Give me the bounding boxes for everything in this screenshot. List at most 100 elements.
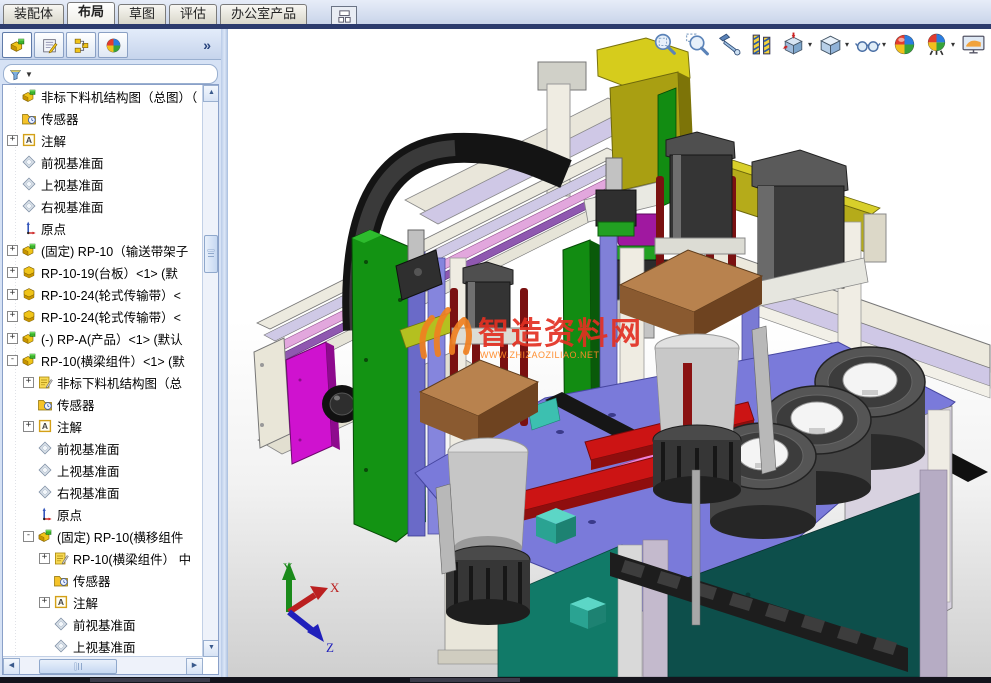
hud-button[interactable]: ▾ — [923, 31, 955, 58]
hud-button[interactable] — [684, 31, 711, 58]
tree-item-icon — [37, 396, 53, 412]
tree-item-label: 前视基准面 — [57, 439, 120, 458]
tree-expander[interactable]: + — [39, 597, 50, 608]
hud-button[interactable] — [716, 31, 743, 58]
command-tab[interactable]: 布局 — [67, 2, 115, 24]
hud-button[interactable] — [748, 31, 775, 58]
tree-item[interactable]: 上视基准面 — [3, 459, 203, 481]
scroll-down-button[interactable]: ▼ — [203, 640, 219, 657]
tree-item[interactable]: 原点 — [3, 503, 203, 525]
triad-z-label: Z — [326, 640, 334, 655]
command-tab[interactable]: 草图 — [118, 4, 166, 24]
tree-item-icon — [37, 506, 53, 522]
tree-item[interactable]: + (固定) RP-10（输送带架子 — [3, 239, 203, 261]
hud-dropdown-arrow[interactable]: ▾ — [845, 40, 849, 49]
tree-item-label: 注解 — [57, 417, 82, 436]
tree-item-label: 传感器 — [57, 395, 95, 414]
tree-item-icon — [37, 418, 53, 434]
tree-item-icon — [21, 286, 37, 302]
tree-expander[interactable]: + — [23, 377, 34, 388]
tree-item[interactable]: 传感器 — [3, 107, 203, 129]
tree-item[interactable]: 上视基准面 — [3, 635, 203, 657]
tree-expander[interactable]: + — [7, 245, 18, 256]
hud-button[interactable] — [652, 31, 679, 58]
tree-item[interactable]: + 注解 — [3, 415, 203, 437]
tree-item[interactable]: 传感器 — [3, 569, 203, 591]
tree-item-icon — [21, 308, 37, 324]
tree-expander[interactable]: + — [7, 267, 18, 278]
tree-item[interactable]: 前视基准面 — [3, 613, 203, 635]
tree-item-icon — [21, 352, 37, 368]
tree-item[interactable]: + 注解 — [3, 129, 203, 151]
hud-dropdown-arrow[interactable]: ▾ — [951, 40, 955, 49]
hud-button[interactable] — [960, 31, 987, 58]
tree-expander[interactable]: + — [7, 135, 18, 146]
tree-item[interactable]: + RP-10-24(轮式传输带）< — [3, 283, 203, 305]
panel-tab-strip: » — [0, 29, 221, 60]
tree-item-label: RP-10-24(轮式传输带）< — [41, 285, 181, 304]
scroll-right-button[interactable]: ▶ — [186, 658, 203, 675]
tree-item[interactable]: 传感器 — [3, 393, 203, 415]
panel-tab[interactable] — [66, 32, 96, 58]
hud-dropdown-arrow[interactable]: ▾ — [882, 40, 886, 49]
tree-item[interactable]: 非标下料机结构图（总图）（ — [3, 85, 203, 107]
tree-item[interactable]: 前视基准面 — [3, 437, 203, 459]
panel-overflow-chevron[interactable]: » — [203, 37, 217, 53]
tree-item-icon — [53, 550, 69, 566]
hud-button[interactable]: ▾ — [817, 31, 849, 58]
tree-item[interactable]: + RP-10(横梁组件） 中 — [3, 547, 203, 569]
tree-expander[interactable]: + — [7, 333, 18, 344]
tree-expander[interactable]: + — [7, 311, 18, 322]
tree-item-label: (固定) RP-10(横移组件 — [57, 527, 183, 546]
horizontal-scroll-thumb[interactable] — [39, 659, 117, 674]
command-tab[interactable]: 办公室产品 — [220, 4, 307, 24]
filter-dropdown-arrow[interactable]: ▼ — [25, 70, 33, 79]
tree-vertical-scrollbar[interactable]: ▲ ▼ — [202, 85, 218, 657]
panel-splitter[interactable] — [221, 29, 228, 677]
tree-horizontal-scrollbar[interactable]: ◀ ▶ — [3, 656, 203, 674]
tree-item-label: 前视基准面 — [73, 615, 136, 634]
scroll-up-button[interactable]: ▲ — [203, 85, 219, 102]
tree-expander[interactable]: + — [23, 421, 34, 432]
command-tab[interactable]: 装配体 — [3, 4, 64, 24]
tree-item-icon — [21, 132, 37, 148]
scroll-left-button[interactable]: ◀ — [3, 658, 20, 675]
tree-expander[interactable]: + — [39, 553, 50, 564]
command-tab[interactable]: 评估 — [169, 4, 217, 24]
tree-item-icon — [21, 264, 37, 280]
tree-item[interactable]: 原点 — [3, 217, 203, 239]
tree-expander[interactable]: + — [7, 289, 18, 300]
tree-item[interactable]: + (-) RP-A(产品）<1> (默认 — [3, 327, 203, 349]
tree-item[interactable]: + 非标下料机结构图（总 — [3, 371, 203, 393]
tree-item[interactable]: - RP-10(横梁组件）<1> (默 — [3, 349, 203, 371]
tree-item[interactable]: + RP-10-24(轮式传输带）< — [3, 305, 203, 327]
tree-item-icon — [53, 638, 69, 654]
hud-button[interactable] — [891, 31, 918, 58]
tree-item[interactable]: 右视基准面 — [3, 481, 203, 503]
tree-filter-input[interactable]: ▼ — [3, 64, 218, 84]
cad-model-view[interactable]: 智造资料网 WWW.ZHIZAOZILIAO.NET Y X Z — [228, 29, 991, 677]
hud-button[interactable]: ▾ — [780, 31, 812, 58]
hud-button[interactable]: ▾ — [854, 31, 886, 58]
tree-item[interactable]: 右视基准面 — [3, 195, 203, 217]
tree-item-icon — [53, 594, 69, 610]
tree-expander[interactable]: - — [7, 355, 18, 366]
feature-tree: 非标下料机结构图（总图）（ 传感器 + 注解 前视基准面 — [3, 85, 203, 657]
layout-windows-icon[interactable] — [331, 6, 357, 26]
tree-item[interactable]: + 注解 — [3, 591, 203, 613]
panel-tab[interactable] — [2, 32, 32, 58]
tree-expander[interactable]: - — [23, 531, 34, 542]
tree-item[interactable]: 前视基准面 — [3, 151, 203, 173]
panel-tab[interactable] — [34, 32, 64, 58]
panel-tab[interactable] — [98, 32, 128, 58]
vertical-scroll-thumb[interactable] — [204, 235, 218, 273]
graphics-viewport[interactable]: ▾ ▾ ▾ ▾ — [228, 29, 991, 677]
tree-item-label: 注解 — [41, 131, 66, 150]
tree-item-label: RP-10(横梁组件）<1> (默 — [41, 351, 185, 370]
tree-item[interactable]: + RP-10-19(台板）<1> (默 — [3, 261, 203, 283]
tree-item[interactable]: - (固定) RP-10(横移组件 — [3, 525, 203, 547]
tree-item[interactable]: 上视基准面 — [3, 173, 203, 195]
tree-item-label: 非标下料机结构图（总图）（ — [41, 87, 197, 106]
tree-item-label: (固定) RP-10（输送带架子 — [41, 241, 188, 260]
hud-dropdown-arrow[interactable]: ▾ — [808, 40, 812, 49]
